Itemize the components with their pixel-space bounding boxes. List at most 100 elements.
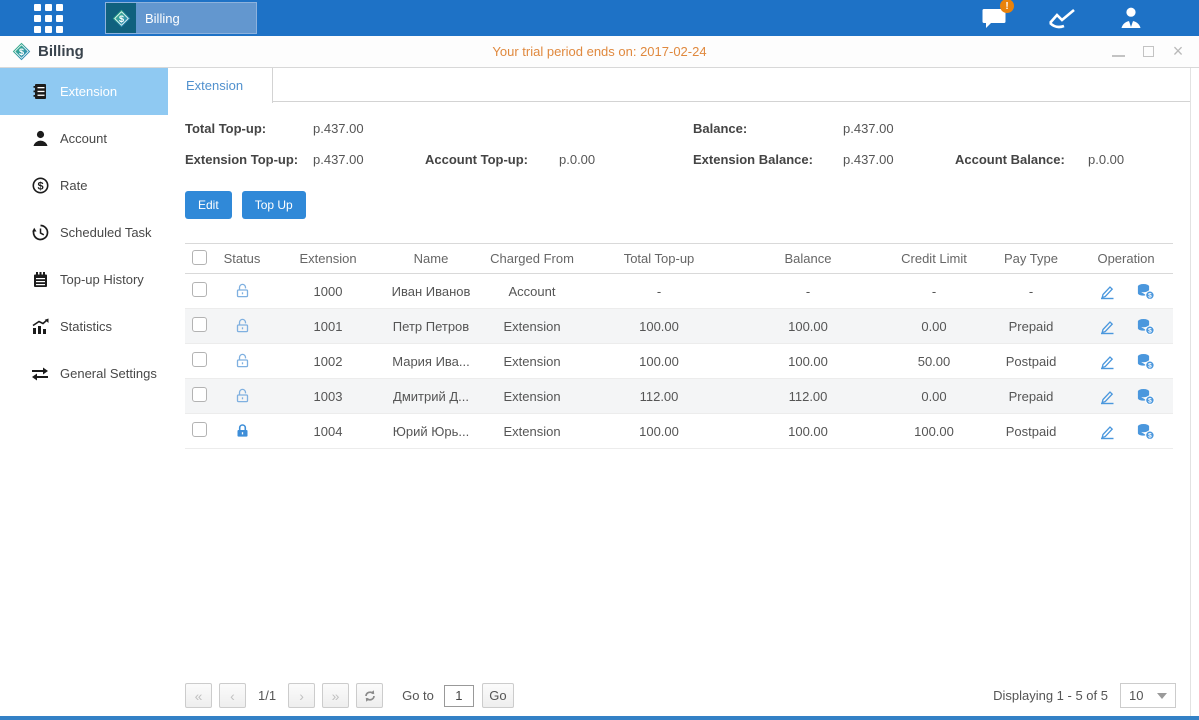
top-up-row-icon[interactable]: $ bbox=[1136, 353, 1155, 370]
table-row: 1004 Юрий Юрь... Extension 100.00 100.00… bbox=[185, 414, 1173, 449]
table-row: 1003 Дмитрий Д... Extension 112.00 112.0… bbox=[185, 379, 1173, 414]
taskbar: $ Billing ! bbox=[0, 0, 1199, 36]
edit-row-icon[interactable] bbox=[1098, 388, 1116, 405]
refresh-button[interactable] bbox=[356, 683, 383, 708]
tab-extension[interactable]: Extension bbox=[168, 68, 273, 103]
page-indicator: 1/1 bbox=[258, 688, 276, 703]
sidebar-item-topup-history[interactable]: Top-up History bbox=[0, 256, 168, 303]
lock-status-icon[interactable] bbox=[213, 353, 271, 369]
cell-extension: 1003 bbox=[271, 389, 385, 404]
col-status: Status bbox=[213, 251, 271, 266]
first-page-button[interactable]: « bbox=[185, 683, 212, 708]
resource-monitor-icon[interactable] bbox=[1047, 6, 1079, 30]
cell-credit-limit: 0.00 bbox=[885, 319, 983, 334]
edit-row-icon[interactable] bbox=[1098, 423, 1116, 440]
extension-balance-value: p.437.00 bbox=[843, 149, 955, 170]
top-up-row-icon[interactable]: $ bbox=[1136, 318, 1155, 335]
row-checkbox[interactable] bbox=[192, 352, 207, 367]
trial-notice: Your trial period ends on: 2017-02-24 bbox=[0, 44, 1199, 59]
close-button[interactable]: × bbox=[1171, 45, 1185, 59]
row-checkbox[interactable] bbox=[192, 317, 207, 332]
cell-extension: 1001 bbox=[271, 319, 385, 334]
col-extension: Extension bbox=[271, 251, 385, 266]
top-up-row-icon[interactable]: $ bbox=[1136, 423, 1155, 440]
edit-row-icon[interactable] bbox=[1098, 353, 1116, 370]
lock-status-icon[interactable] bbox=[213, 283, 271, 299]
clock-icon bbox=[31, 224, 49, 241]
last-page-button[interactable]: » bbox=[322, 683, 349, 708]
edit-row-icon[interactable] bbox=[1098, 318, 1116, 335]
person-icon bbox=[31, 130, 49, 147]
dollar-icon: $ bbox=[31, 177, 49, 194]
cell-charged-from: Extension bbox=[477, 424, 587, 439]
cell-balance: 100.00 bbox=[731, 354, 885, 369]
row-checkbox[interactable] bbox=[192, 387, 207, 402]
table-row: 1000 Иван Иванов Account - - - - $ bbox=[185, 274, 1173, 309]
table-header-row: Status Extension Name Charged From Total… bbox=[185, 243, 1173, 274]
minimize-button[interactable] bbox=[1112, 55, 1125, 57]
col-credit-limit: Credit Limit bbox=[885, 251, 983, 266]
sidebar-item-extension[interactable]: Extension bbox=[0, 68, 168, 115]
row-checkbox[interactable] bbox=[192, 282, 207, 297]
cell-credit-limit: - bbox=[885, 284, 983, 299]
notebook-icon bbox=[31, 271, 49, 288]
cell-charged-from: Account bbox=[477, 284, 587, 299]
taskbar-tab-label: Billing bbox=[145, 11, 180, 26]
svg-text:$: $ bbox=[1148, 397, 1152, 404]
app-launcher-icon[interactable] bbox=[34, 4, 63, 33]
desktop-edge-strip bbox=[0, 716, 1199, 720]
page-size-select[interactable]: 10 bbox=[1120, 683, 1176, 708]
goto-page-input[interactable] bbox=[444, 685, 474, 707]
cell-balance: 112.00 bbox=[731, 389, 885, 404]
taskbar-tab-billing[interactable]: $ Billing bbox=[105, 2, 257, 34]
total-topup-label: Total Top-up: bbox=[185, 118, 313, 139]
top-up-row-icon[interactable]: $ bbox=[1136, 388, 1155, 405]
prev-page-button[interactable]: ‹ bbox=[219, 683, 246, 708]
balance-label: Balance: bbox=[693, 118, 843, 139]
cell-extension: 1002 bbox=[271, 354, 385, 369]
edit-button[interactable]: Edit bbox=[185, 191, 232, 219]
select-all-checkbox[interactable] bbox=[192, 250, 207, 265]
cell-pay-type: Prepaid bbox=[983, 389, 1079, 404]
go-button[interactable]: Go bbox=[482, 683, 514, 708]
ledger-icon bbox=[31, 83, 49, 100]
top-up-button[interactable]: Top Up bbox=[242, 191, 306, 219]
cell-total-topup: - bbox=[587, 284, 731, 299]
stats-icon bbox=[31, 318, 49, 335]
sidebar-item-general-settings[interactable]: General Settings bbox=[0, 350, 168, 397]
row-checkbox[interactable] bbox=[192, 422, 207, 437]
col-operation: Operation bbox=[1079, 251, 1173, 266]
maximize-button[interactable] bbox=[1143, 46, 1154, 57]
window-titlebar: Your trial period ends on: 2017-02-24 $ … bbox=[0, 36, 1199, 68]
sidebar-item-label: Top-up History bbox=[60, 272, 144, 287]
extension-balance-label: Extension Balance: bbox=[693, 149, 843, 170]
cell-extension: 1000 bbox=[271, 284, 385, 299]
lock-status-icon[interactable] bbox=[213, 318, 271, 334]
lock-status-icon[interactable] bbox=[213, 423, 271, 439]
col-charged-from: Charged From bbox=[477, 251, 587, 266]
page-size-value: 10 bbox=[1129, 688, 1143, 703]
cell-charged-from: Extension bbox=[477, 354, 587, 369]
edit-row-icon[interactable] bbox=[1098, 283, 1116, 300]
sidebar-item-statistics[interactable]: Statistics bbox=[0, 303, 168, 350]
chevron-down-icon bbox=[1157, 693, 1167, 699]
account-balance-value: p.0.00 bbox=[1088, 149, 1173, 170]
lock-status-icon[interactable] bbox=[213, 388, 271, 404]
col-pay-type: Pay Type bbox=[983, 251, 1079, 266]
sidebar-item-label: Rate bbox=[60, 178, 87, 193]
sidebar-item-label: Statistics bbox=[60, 319, 112, 334]
cell-pay-type: Postpaid bbox=[983, 424, 1079, 439]
sidebar-item-rate[interactable]: $ Rate bbox=[0, 162, 168, 209]
messages-icon[interactable]: ! bbox=[979, 6, 1011, 30]
top-up-row-icon[interactable]: $ bbox=[1136, 283, 1155, 300]
cell-total-topup: 100.00 bbox=[587, 354, 731, 369]
sidebar-item-label: Extension bbox=[60, 84, 117, 99]
tab-strip: Extension bbox=[168, 68, 1190, 102]
sidebar-item-account[interactable]: Account bbox=[0, 115, 168, 162]
balance-value: p.437.00 bbox=[843, 118, 955, 139]
next-page-button[interactable]: › bbox=[288, 683, 315, 708]
col-total-topup: Total Top-up bbox=[587, 251, 731, 266]
user-account-icon[interactable] bbox=[1115, 6, 1147, 30]
billing-window-icon: $ bbox=[12, 42, 31, 61]
sidebar-item-scheduled-task[interactable]: Scheduled Task bbox=[0, 209, 168, 256]
